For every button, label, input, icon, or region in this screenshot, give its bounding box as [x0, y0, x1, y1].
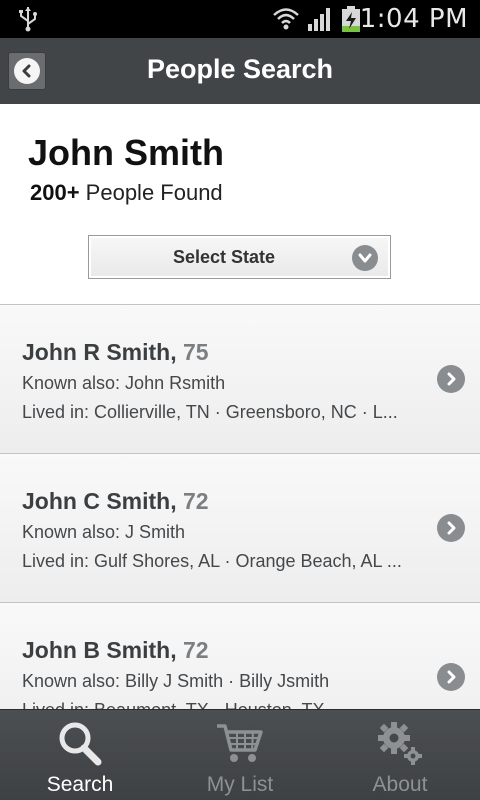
person-aliases: Known also: John Rsmith [22, 373, 226, 393]
person-name: John B Smith, 72 [22, 637, 209, 663]
cart-icon [215, 720, 265, 771]
person-aliases: Known also: J Smith [22, 522, 186, 542]
tab-search-label: Search [46, 773, 114, 796]
results-list[interactable]: John R Smith, 75 Known also: John Rsmith… [0, 304, 480, 709]
bottom-tab-bar: Search My List About [0, 709, 480, 800]
gears-icon [375, 720, 425, 771]
app-header: People Search [0, 38, 480, 104]
chevron-down-icon [352, 245, 378, 271]
wifi-icon [272, 6, 300, 37]
result-row[interactable]: John R Smith, 75 Known also: John Rsmith… [0, 304, 480, 453]
tab-my-list-label: My List [206, 773, 274, 796]
signal-icon [306, 6, 334, 37]
page-title: People Search [146, 54, 334, 84]
status-clock: 1:04 PM [359, 4, 468, 34]
person-age: 72 [183, 637, 209, 663]
results-count-line: 200+ People Found [30, 180, 223, 206]
person-age: 72 [183, 488, 209, 514]
search-icon [56, 720, 104, 771]
person-locations: Lived in: Beaumont, TX · Houston, TX [22, 700, 422, 709]
usb-icon [16, 5, 40, 38]
person-locations: Lived in: Gulf Shores, AL · Orange Beach… [22, 551, 402, 571]
tab-my-list[interactable]: My List [160, 710, 320, 800]
chevron-right-icon[interactable] [437, 365, 465, 393]
result-row[interactable]: John B Smith, 72 Known also: Billy J Smi… [0, 602, 480, 709]
person-age: 75 [183, 339, 209, 365]
person-locations: Lived in: Collierville, TN · Greensboro,… [22, 402, 398, 422]
results-count: 200+ [30, 180, 80, 205]
search-summary: John Smith 200+ People Found Select Stat… [0, 104, 480, 304]
person-name: John C Smith, 72 [22, 488, 209, 514]
results-count-label: People Found [79, 180, 223, 205]
state-select[interactable]: Select State [88, 235, 391, 279]
query-name: John Smith [28, 132, 224, 173]
status-bar: 1:04 PM [0, 0, 480, 38]
person-name: John R Smith, 75 [22, 339, 209, 365]
tab-about[interactable]: About [320, 710, 480, 800]
chevron-right-icon[interactable] [437, 663, 465, 691]
result-row[interactable]: John C Smith, 72 Known also: J Smith Liv… [0, 453, 480, 602]
state-select-label: Select State [172, 247, 276, 267]
tab-about-label: About [372, 773, 428, 796]
tab-search[interactable]: Search [0, 710, 160, 800]
battery-charging-icon [340, 5, 362, 38]
chevron-right-icon[interactable] [437, 514, 465, 542]
person-aliases: Known also: Billy J Smith · Billy Jsmith [22, 671, 330, 691]
